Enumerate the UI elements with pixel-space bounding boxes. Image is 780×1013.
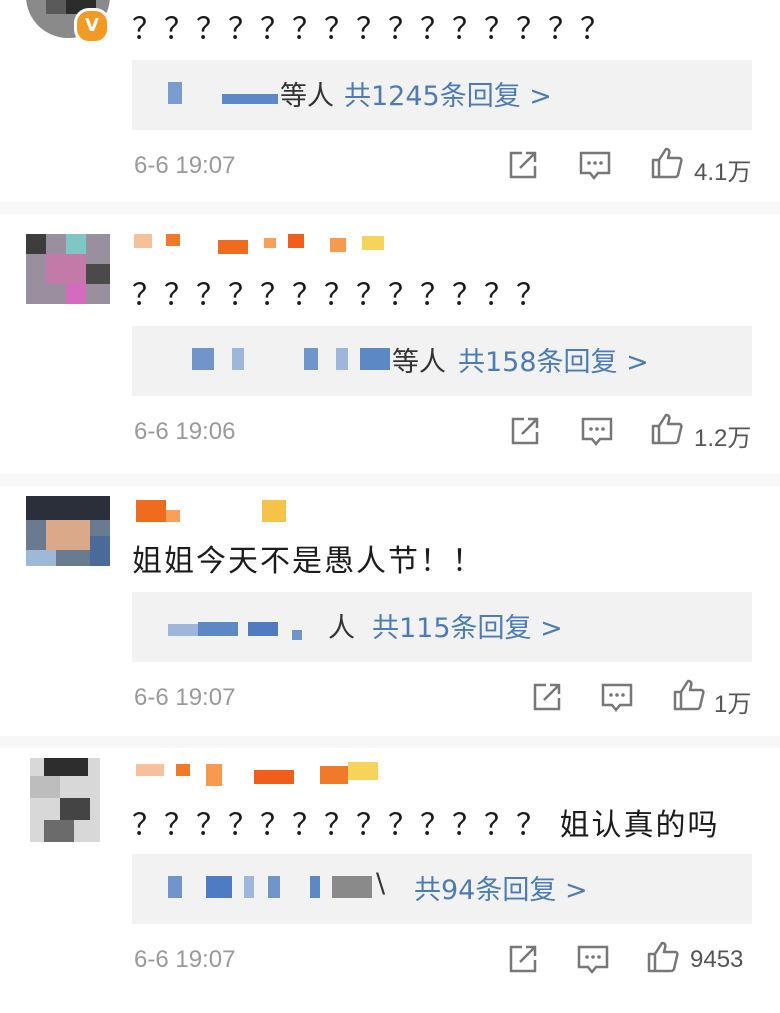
- blurred-username: [248, 622, 278, 636]
- reply-names-suffix: 等人: [280, 81, 334, 112]
- comment-icon[interactable]: [600, 680, 634, 714]
- reply-preview[interactable]: \ 共94条回复 >: [132, 854, 752, 924]
- comment-text: ？？？？？？？？？？？？？ 姐认真的吗: [132, 808, 720, 843]
- divider: [0, 202, 780, 214]
- reply-names-suffix: 等人: [392, 347, 446, 378]
- divider: [0, 736, 780, 748]
- blurred-username: [332, 876, 372, 898]
- like-count: 1万: [714, 691, 752, 718]
- comment-item: ？？？？？？？？？？？？？ 姐认真的吗 \ 共94条回复 > 6-6 19:07…: [0, 748, 780, 1013]
- like-count: 9453: [690, 946, 744, 973]
- reply-names-suffix: 人: [328, 613, 355, 644]
- comment-icon[interactable]: [576, 942, 610, 976]
- reply-preview[interactable]: 等人 共158条回复 >: [132, 326, 752, 396]
- blurred-username: [244, 876, 254, 898]
- share-icon[interactable]: [508, 414, 542, 448]
- share-icon[interactable]: [506, 148, 540, 182]
- timestamp: 6-6 19:07: [134, 946, 236, 973]
- share-icon[interactable]: [530, 680, 564, 714]
- thumbs-up-icon[interactable]: [650, 146, 684, 180]
- blurred-username: [168, 82, 182, 104]
- divider: [0, 474, 780, 486]
- avatar[interactable]: [30, 758, 100, 842]
- blurred-username: [336, 348, 348, 370]
- verified-badge-icon: V: [74, 8, 110, 44]
- view-replies-link[interactable]: 共115条回复 >: [372, 606, 563, 645]
- thumbs-up-icon[interactable]: [650, 412, 684, 446]
- blurred-username: [360, 348, 390, 370]
- comment-icon[interactable]: [578, 148, 612, 182]
- comment-text: ？？？？？？？？？？？？？？？: [132, 12, 612, 47]
- avatar[interactable]: [26, 496, 110, 566]
- blurred-username: [232, 348, 244, 370]
- like-count: 1.2万: [694, 425, 752, 452]
- thumbs-up-icon[interactable]: [646, 940, 680, 974]
- blurred-username: [198, 622, 238, 636]
- share-icon[interactable]: [506, 942, 540, 976]
- blurred-username: [206, 876, 232, 898]
- view-replies-link[interactable]: 共1245条回复 >: [344, 74, 552, 113]
- blurred-username: [168, 624, 198, 636]
- comment-text: ？？？？？？？？？？？？？: [132, 278, 548, 313]
- reply-preview[interactable]: 人 共115条回复 >: [132, 592, 752, 662]
- blurred-username: [192, 348, 214, 370]
- view-replies-link[interactable]: 共158条回复 >: [458, 340, 649, 379]
- blurred-username: [268, 876, 280, 898]
- reply-names-suffix: \: [376, 868, 386, 899]
- comment-text: 姐姐今天不是愚人节！！: [132, 544, 484, 579]
- blurred-username: [168, 876, 182, 898]
- timestamp: 6-6 19:07: [134, 684, 236, 711]
- view-replies-link[interactable]: 共94条回复 >: [414, 868, 588, 907]
- reply-preview[interactable]: 等人 共1245条回复 >: [132, 60, 752, 130]
- blurred-username: [304, 348, 318, 370]
- timestamp: 6-6 19:06: [134, 418, 236, 445]
- avatar[interactable]: [26, 234, 110, 304]
- thumbs-up-icon[interactable]: [672, 678, 706, 712]
- blurred-username: [222, 94, 278, 104]
- comment-item: ？？？？？？？？？？？？？ 等人 共158条回复 > 6-6 19:06 1.2…: [0, 214, 780, 474]
- blurred-username: [292, 630, 302, 640]
- like-count: 4.1万: [694, 159, 752, 186]
- blurred-username: [310, 876, 320, 898]
- comment-item: 姐姐今天不是愚人节！！ 人 共115条回复 > 6-6 19:07 1万: [0, 486, 780, 736]
- comment-icon[interactable]: [580, 414, 614, 448]
- timestamp: 6-6 19:07: [134, 152, 236, 179]
- comment-item: V ？？？？？？？？？？？？？？？ 等人 共1245条回复 > 6-6 19:0…: [0, 0, 780, 200]
